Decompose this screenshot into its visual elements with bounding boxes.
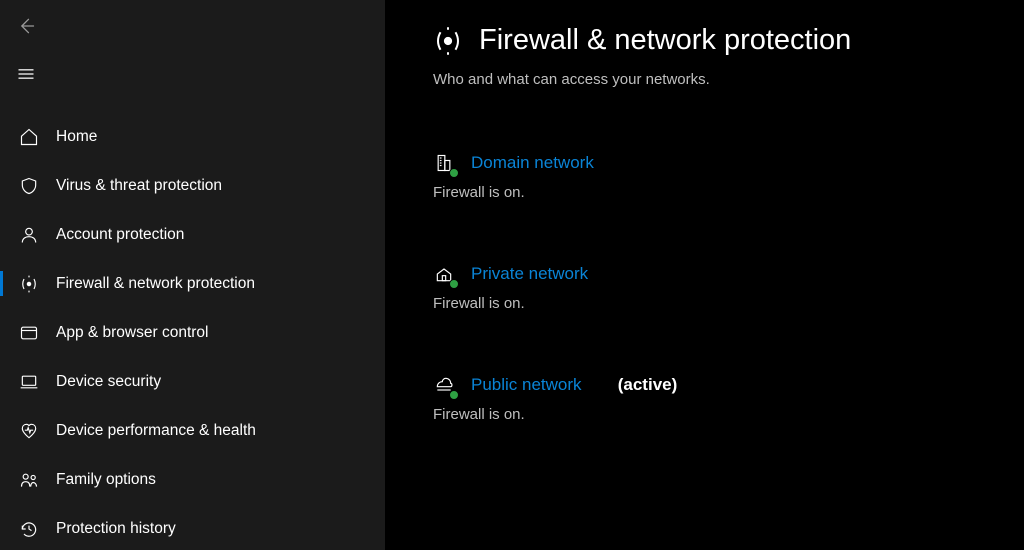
sidebar-item-family[interactable]: Family options bbox=[0, 455, 385, 504]
sidebar-nav: Home Virus & threat protection Accoun bbox=[0, 112, 385, 550]
network-private-link[interactable]: Private network bbox=[471, 264, 588, 284]
hamburger-icon bbox=[16, 64, 36, 84]
app-browser-icon bbox=[18, 322, 40, 344]
main-header: Firewall & network protection bbox=[433, 24, 1004, 57]
domain-network-icon bbox=[433, 152, 455, 174]
sidebar: Home Virus & threat protection Accoun bbox=[0, 0, 385, 550]
sidebar-item-virus[interactable]: Virus & threat protection bbox=[0, 161, 385, 210]
history-icon bbox=[18, 518, 40, 540]
app-root: Home Virus & threat protection Accoun bbox=[0, 0, 1024, 550]
network-private-status: Firewall is on. bbox=[433, 295, 1004, 312]
check-badge-icon bbox=[449, 168, 459, 178]
network-private-head[interactable]: Private network bbox=[433, 263, 1004, 285]
back-arrow-icon bbox=[16, 16, 36, 36]
sidebar-item-label: Device security bbox=[56, 373, 161, 391]
sidebar-item-label: App & browser control bbox=[56, 324, 209, 342]
networks-list: Domain network Firewall is on. Private n… bbox=[433, 152, 1004, 423]
sidebar-item-home[interactable]: Home bbox=[0, 112, 385, 161]
sidebar-item-device-security[interactable]: Device security bbox=[0, 357, 385, 406]
network-public-head[interactable]: Public network (active) bbox=[433, 374, 1004, 396]
network-domain-status: Firewall is on. bbox=[433, 184, 1004, 201]
sidebar-item-app-browser[interactable]: App & browser control bbox=[0, 308, 385, 357]
sidebar-item-history[interactable]: Protection history bbox=[0, 504, 385, 550]
device-security-icon bbox=[18, 371, 40, 393]
sidebar-item-label: Virus & threat protection bbox=[56, 177, 222, 195]
sidebar-item-label: Home bbox=[56, 128, 97, 146]
sidebar-item-performance[interactable]: Device performance & health bbox=[0, 406, 385, 455]
network-domain: Domain network Firewall is on. bbox=[433, 152, 1004, 201]
sidebar-item-label: Device performance & health bbox=[56, 422, 256, 440]
sidebar-top bbox=[0, 6, 385, 112]
sidebar-item-label: Account protection bbox=[56, 226, 184, 244]
back-button[interactable] bbox=[16, 6, 56, 46]
firewall-icon bbox=[18, 273, 40, 295]
public-network-icon bbox=[433, 374, 455, 396]
network-domain-link[interactable]: Domain network bbox=[471, 153, 594, 173]
account-icon bbox=[18, 224, 40, 246]
page-title: Firewall & network protection bbox=[479, 24, 851, 57]
sidebar-item-firewall[interactable]: Firewall & network protection bbox=[0, 259, 385, 308]
network-public-link[interactable]: Public network bbox=[471, 375, 582, 395]
sidebar-item-account[interactable]: Account protection bbox=[0, 210, 385, 259]
network-public: Public network (active) Firewall is on. bbox=[433, 374, 1004, 423]
check-badge-icon bbox=[449, 390, 459, 400]
private-network-icon bbox=[433, 263, 455, 285]
firewall-header-icon bbox=[433, 26, 463, 56]
page-subtitle: Who and what can access your networks. bbox=[433, 71, 1004, 88]
network-domain-head[interactable]: Domain network bbox=[433, 152, 1004, 174]
family-icon bbox=[18, 469, 40, 491]
network-public-active-suffix: (active) bbox=[618, 375, 678, 395]
health-icon bbox=[18, 420, 40, 442]
shield-icon bbox=[18, 175, 40, 197]
sidebar-item-label: Protection history bbox=[56, 520, 176, 538]
sidebar-item-label: Firewall & network protection bbox=[56, 275, 255, 293]
sidebar-item-label: Family options bbox=[56, 471, 156, 489]
main-panel: Firewall & network protection Who and wh… bbox=[385, 0, 1024, 550]
network-public-status: Firewall is on. bbox=[433, 406, 1004, 423]
home-icon bbox=[18, 126, 40, 148]
check-badge-icon bbox=[449, 279, 459, 289]
network-private: Private network Firewall is on. bbox=[433, 263, 1004, 312]
hamburger-button[interactable] bbox=[16, 54, 56, 94]
